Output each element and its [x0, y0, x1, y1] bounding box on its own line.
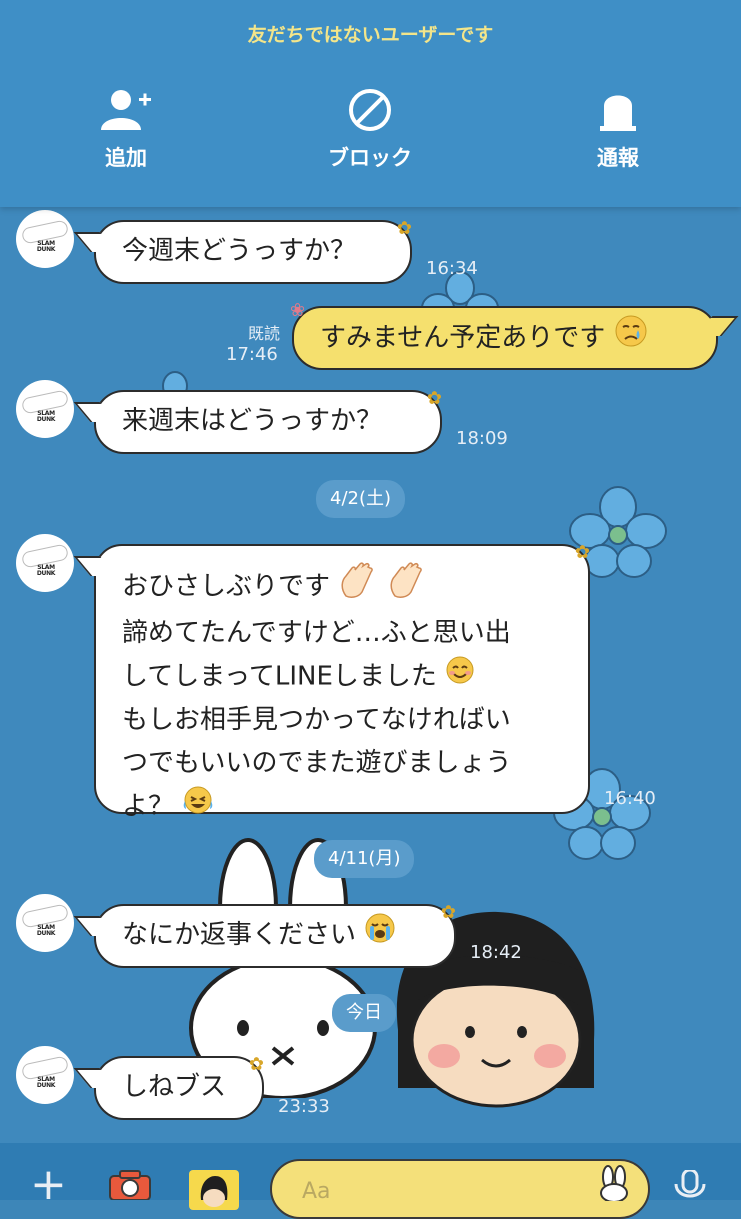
- add-friend-button[interactable]: 追加: [46, 88, 206, 172]
- emoji-rabbit-icon[interactable]: [596, 1165, 632, 1201]
- chat-header: 友だちではないユーザーです 追加 ブロック 通報: [0, 0, 741, 207]
- message-input[interactable]: Aa: [270, 1159, 650, 1219]
- message-text: なにか返事ください: [122, 920, 357, 950]
- read-receipt: 既読: [247, 324, 280, 343]
- message-text: 今週末どうっすか？: [122, 236, 357, 266]
- plus-icon[interactable]: +: [30, 1163, 67, 1207]
- message-line: よ？: [122, 785, 562, 829]
- avatar[interactable]: SLAM DUNK: [16, 210, 74, 268]
- date-separator: 4/11(月): [314, 840, 415, 878]
- report-button[interactable]: 通報: [538, 88, 698, 172]
- waving-hand-icon: [387, 562, 427, 612]
- message-text: しねブス: [122, 1072, 227, 1102]
- tears-of-joy-icon: [182, 785, 214, 829]
- message-time: 16:40: [604, 788, 656, 809]
- report-label: 通報: [597, 146, 639, 170]
- message-bubble-mine[interactable]: すみません予定ありです ❀: [290, 302, 718, 370]
- avatar[interactable]: SLAM DUNK: [16, 894, 74, 952]
- message-time: 18:42: [470, 942, 522, 963]
- bubble-flower-icon: ✿: [426, 388, 442, 409]
- date-separator: 4/2(土): [316, 480, 406, 518]
- message-input-placeholder: Aa: [302, 1179, 331, 1204]
- camera-icon[interactable]: [108, 1170, 152, 1200]
- bubble-flower-icon: ✿: [248, 1054, 264, 1075]
- bubble-flower-icon: ✿: [574, 542, 590, 563]
- avatar-logo: SLAM DUNK: [36, 240, 56, 253]
- bubble-flower-icon: ✿: [440, 902, 456, 923]
- report-icon: [600, 95, 636, 131]
- message-time: 18:09: [456, 428, 508, 449]
- crying-face-icon: [614, 314, 648, 363]
- avatar[interactable]: SLAM DUNK: [16, 1046, 74, 1104]
- non-friend-notice: 友だちではないユーザーです: [247, 24, 494, 46]
- avatar[interactable]: SLAM DUNK: [16, 534, 74, 592]
- waving-hand-icon: [338, 562, 378, 612]
- message-time: 23:33: [278, 1096, 330, 1117]
- block-icon: [349, 89, 391, 131]
- add-friend-icon: [101, 90, 151, 130]
- message-line: おひさしぶりです: [122, 562, 562, 612]
- message-line: 諦めてたんですけど…ふと思い出: [122, 618, 511, 648]
- sticker-icon: [200, 1176, 228, 1207]
- smiling-face-icon: [445, 655, 475, 699]
- tulip-icon: ❀: [290, 300, 306, 321]
- message-text: 来週末はどうっすか？: [122, 406, 383, 436]
- date-separator: 今日: [332, 994, 396, 1032]
- message-time: 16:34: [426, 258, 478, 279]
- add-friend-label: 追加: [105, 146, 147, 170]
- avatar[interactable]: SLAM DUNK: [16, 380, 74, 438]
- message-text: すみません予定ありです: [320, 323, 606, 353]
- message-bubble[interactable]: しねブス ✿: [94, 1056, 264, 1120]
- message-time: 17:46: [226, 344, 278, 365]
- block-button[interactable]: ブロック: [290, 88, 450, 172]
- microphone-icon[interactable]: [672, 1170, 708, 1200]
- sticker-button[interactable]: [189, 1170, 239, 1210]
- loudly-crying-face-icon: [364, 912, 396, 959]
- block-label: ブロック: [328, 146, 412, 170]
- bubble-flower-icon: ✿: [396, 218, 412, 239]
- message-bubble[interactable]: 今週末どうっすか？ ✿: [94, 220, 412, 284]
- message-bubble[interactable]: おひさしぶりです 諦めてたんですけど…ふと思い出 してしまってLINEしました …: [94, 542, 590, 822]
- message-line: もしお相手見つかってなければい: [122, 705, 511, 735]
- message-line: つでもいいのでまた遊びましょう: [122, 748, 512, 778]
- message-line: してしまってLINEしました: [122, 655, 562, 699]
- message-bubble[interactable]: なにか返事ください ✿: [94, 904, 456, 968]
- message-bubble[interactable]: 来週末はどうっすか？ ✿: [94, 390, 442, 454]
